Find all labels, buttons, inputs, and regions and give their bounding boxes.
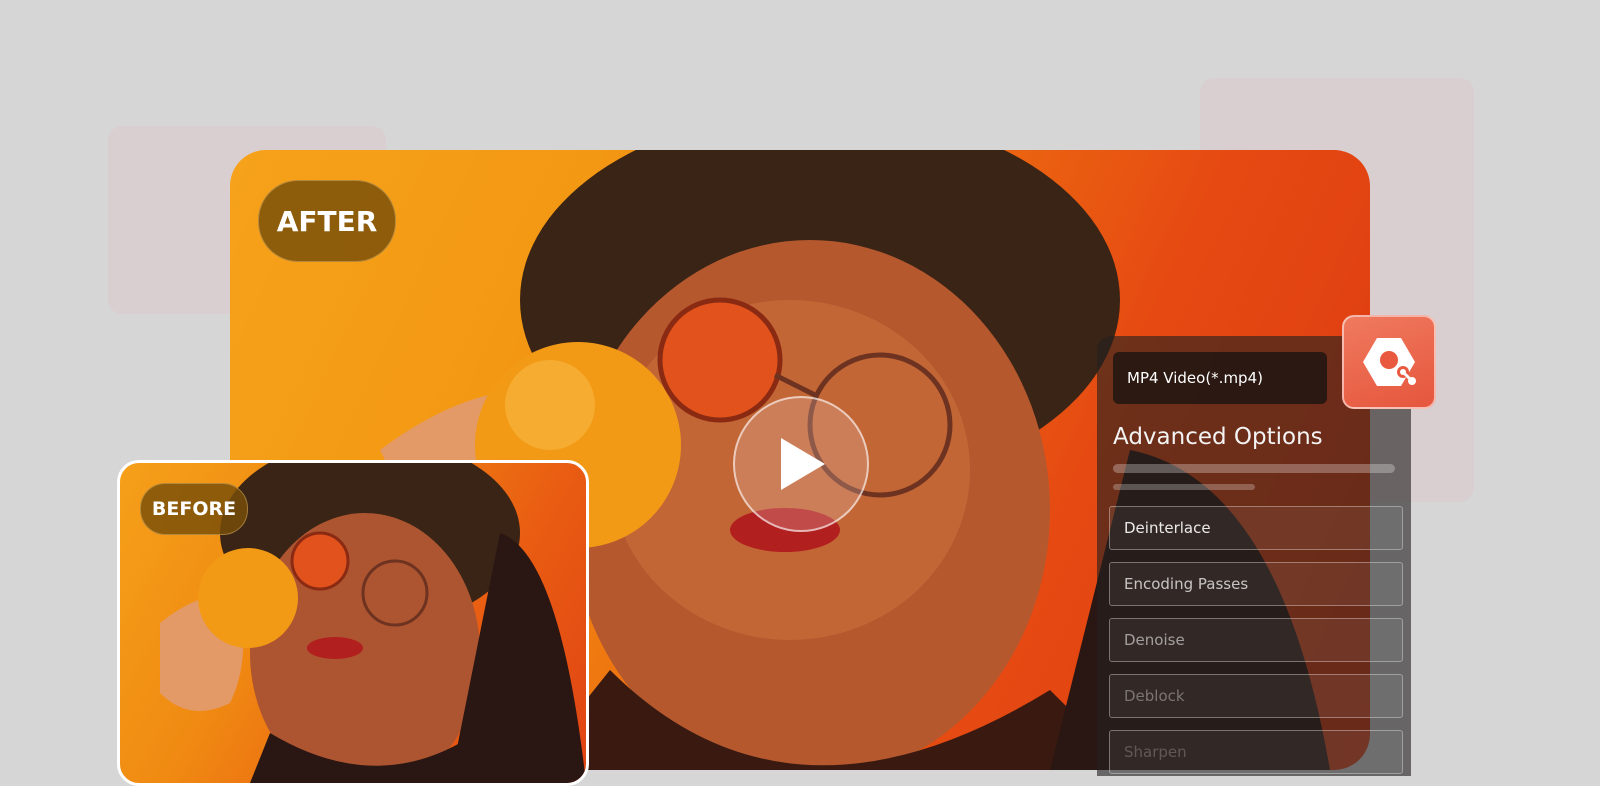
placeholder-bar bbox=[1113, 464, 1395, 473]
output-format-select[interactable]: MP4 Video(*.mp4) bbox=[1113, 352, 1327, 404]
option-denoise[interactable]: Denoise bbox=[1109, 618, 1403, 662]
option-deblock[interactable]: Deblock bbox=[1109, 674, 1403, 718]
play-button[interactable] bbox=[733, 396, 869, 532]
option-encoding-passes[interactable]: Encoding Passes bbox=[1109, 562, 1403, 606]
play-icon bbox=[781, 438, 825, 490]
before-preview: BEFORE bbox=[117, 460, 589, 786]
app-logo-button[interactable] bbox=[1342, 315, 1436, 409]
option-deinterlace[interactable]: Deinterlace bbox=[1109, 506, 1403, 550]
option-sharpen[interactable]: Sharpen bbox=[1109, 730, 1403, 774]
advanced-options-title: Advanced Options bbox=[1113, 424, 1323, 450]
before-badge: BEFORE bbox=[140, 483, 248, 535]
app-logo-icon bbox=[1363, 338, 1416, 386]
placeholder-bar-short bbox=[1113, 484, 1255, 490]
after-badge: AFTER bbox=[258, 180, 396, 262]
